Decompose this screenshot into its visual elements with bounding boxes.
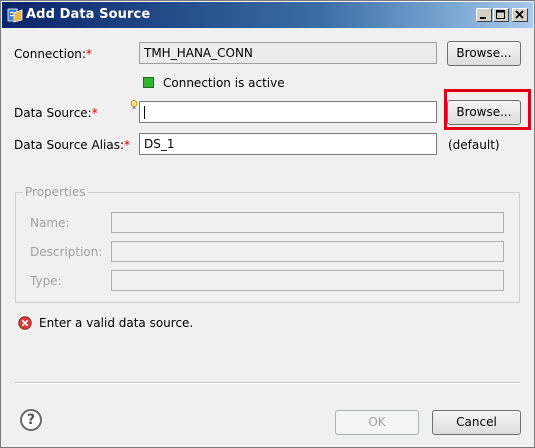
add-data-source-dialog: Add Data Source Connection:* TMH_HANA_CO… bbox=[0, 0, 535, 448]
minimize-button[interactable] bbox=[476, 8, 492, 22]
footer-separator bbox=[15, 382, 520, 384]
required-marker: * bbox=[124, 138, 131, 152]
content-assist-bulb-icon bbox=[130, 100, 138, 109]
close-button[interactable] bbox=[512, 8, 528, 22]
property-type-label: Type: bbox=[30, 274, 62, 288]
help-icon[interactable]: ? bbox=[20, 409, 42, 431]
required-marker: * bbox=[91, 106, 98, 120]
data-source-app-icon bbox=[7, 8, 23, 23]
error-message: Enter a valid data source. bbox=[39, 316, 194, 330]
ok-button[interactable]: OK bbox=[335, 410, 419, 435]
property-type-field bbox=[111, 270, 504, 291]
cancel-button[interactable]: Cancel bbox=[432, 410, 521, 435]
required-marker: * bbox=[85, 47, 92, 61]
property-name-label: Name: bbox=[30, 216, 70, 230]
dialog-title: Add Data Source bbox=[26, 7, 151, 22]
browse-highlight-box bbox=[444, 89, 531, 130]
data-source-alias-label: Data Source Alias:* bbox=[14, 138, 131, 152]
connection-status-text: Connection is active bbox=[163, 76, 285, 90]
connection-field[interactable]: TMH_HANA_CONN bbox=[139, 42, 437, 64]
maximize-icon bbox=[496, 10, 505, 19]
data-source-input[interactable] bbox=[139, 101, 437, 123]
connection-browse-button[interactable]: Browse... bbox=[447, 41, 521, 66]
property-name-field bbox=[111, 212, 504, 233]
properties-legend: Properties bbox=[23, 185, 88, 199]
property-description-label: Description: bbox=[30, 245, 103, 259]
maximize-button[interactable] bbox=[493, 8, 509, 22]
data-source-label: Data Source:* bbox=[14, 106, 98, 120]
property-description-field bbox=[111, 241, 504, 262]
error-icon bbox=[18, 316, 32, 330]
connection-status-indicator bbox=[143, 77, 154, 88]
title-bar: Add Data Source bbox=[2, 2, 533, 28]
data-source-alias-input[interactable]: DS_1 bbox=[139, 133, 437, 155]
connection-label: Connection:* bbox=[14, 47, 92, 61]
text-cursor bbox=[144, 106, 145, 119]
alias-default-label: (default) bbox=[448, 138, 500, 152]
close-icon bbox=[515, 10, 524, 19]
minimize-icon bbox=[480, 17, 486, 19]
